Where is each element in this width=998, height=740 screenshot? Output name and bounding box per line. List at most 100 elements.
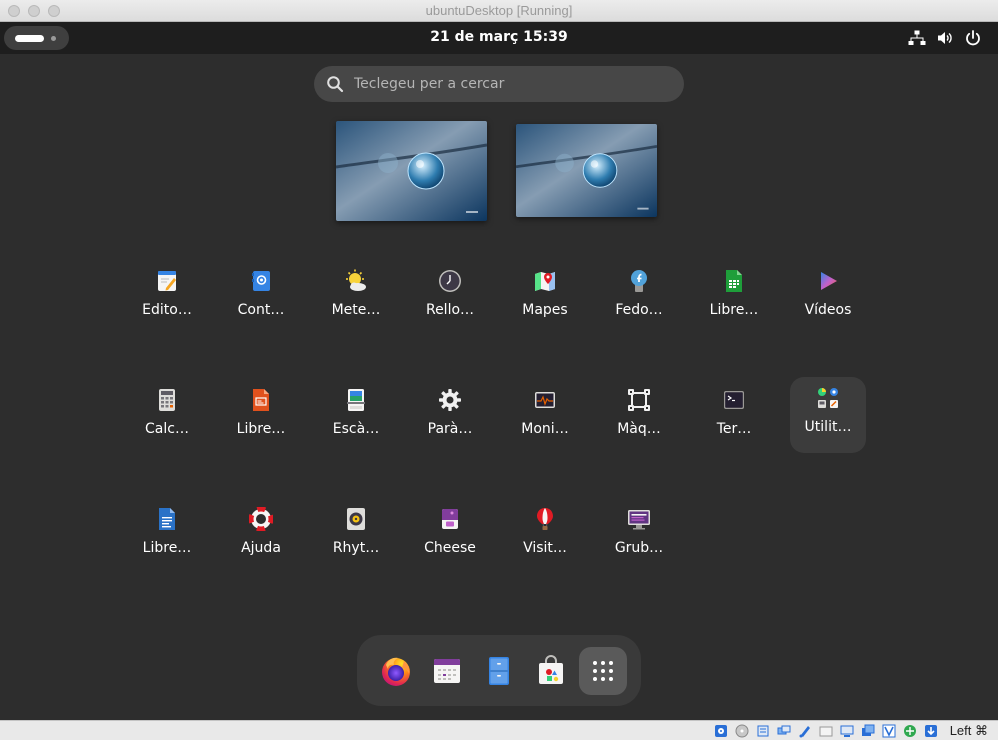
settings-icon	[439, 389, 461, 411]
workspace-thumbnail-2[interactable]	[516, 124, 657, 217]
optical-drive-icon[interactable]	[735, 724, 749, 738]
date-time-clock[interactable]: 21 de març 15:39	[0, 29, 998, 45]
app-label: Cont…	[237, 302, 285, 318]
app-cheese[interactable]: Cheese	[412, 498, 488, 574]
system-monitor-icon	[535, 392, 555, 408]
maps-icon	[535, 272, 555, 291]
usb-icon[interactable]	[798, 724, 812, 738]
app-label: Utilit…	[804, 419, 852, 435]
app-maps[interactable]: Mapes	[507, 260, 583, 336]
cheese-icon	[442, 509, 458, 529]
gnome-top-bar: 21 de març 15:39	[0, 22, 998, 54]
app-label: Cheese	[424, 540, 476, 556]
virtualization-icon[interactable]	[882, 724, 896, 738]
show-apps-button[interactable]	[579, 647, 627, 695]
audio-icon[interactable]	[756, 724, 770, 738]
volume-icon[interactable]	[936, 29, 954, 47]
terminal-icon	[724, 391, 744, 409]
search-icon	[327, 76, 344, 93]
app-contacts[interactable]: Cont…	[223, 260, 299, 336]
help-icon	[249, 507, 273, 531]
app-document-scanner[interactable]: Escà…	[318, 379, 394, 455]
fedora-media-writer-icon	[631, 270, 647, 292]
app-label: Vídeos	[804, 302, 852, 318]
search-input[interactable]	[354, 66, 674, 102]
app-label: Ajuda	[241, 540, 281, 556]
calculator-icon	[159, 389, 175, 411]
app-label: Rello…	[425, 302, 475, 318]
app-grub-customizer[interactable]: Grub…	[601, 498, 677, 574]
network-icon[interactable]	[777, 724, 791, 738]
app-tour[interactable]: Visit…	[507, 498, 583, 574]
boxes-icon	[628, 389, 650, 411]
search-box[interactable]	[314, 66, 684, 102]
videos-icon	[821, 272, 837, 290]
window-titlebar: ubuntuDesktop [Running]	[0, 0, 998, 22]
app-label: Libre…	[709, 302, 759, 318]
dash-item-software[interactable]	[527, 647, 575, 695]
contacts-icon	[252, 271, 270, 291]
calendar-icon	[434, 659, 460, 683]
app-label: Màq…	[617, 421, 661, 437]
window-title: ubuntuDesktop [Running]	[425, 3, 573, 18]
app-weather[interactable]: Mete…	[318, 260, 394, 336]
files-icon	[489, 657, 509, 685]
shared-folders-icon[interactable]	[819, 724, 833, 738]
app-system-monitor[interactable]: Moni…	[507, 379, 583, 455]
app-label: Mapes	[522, 302, 568, 318]
app-text-editor[interactable]: Edito…	[129, 260, 205, 336]
wallpaper-thumbnail	[516, 124, 657, 217]
app-libreoffice-writer[interactable]: Libre…	[129, 498, 205, 574]
host-key-label[interactable]: Left ⌘	[950, 723, 988, 739]
dash-item-files[interactable]	[475, 647, 523, 695]
app-boxes[interactable]: Màq…	[601, 379, 677, 455]
video-capture-icon[interactable]	[861, 724, 875, 738]
app-rhythmbox[interactable]: Rhyt…	[318, 498, 394, 574]
app-label: Parà…	[427, 421, 473, 437]
clock-icon	[439, 270, 461, 292]
utilities-folder-icon	[818, 388, 838, 408]
libreoffice-impress-icon	[253, 389, 269, 411]
grub-customizer-icon	[628, 510, 650, 530]
dash	[357, 635, 641, 706]
guest-additions-icon[interactable]	[903, 724, 917, 738]
dash-item-firefox[interactable]	[372, 647, 420, 695]
app-label: Visit…	[523, 540, 567, 556]
app-label: Grub…	[614, 540, 664, 556]
app-label: Mete…	[331, 302, 381, 318]
app-label: Ter…	[716, 421, 752, 437]
app-settings[interactable]: Parà…	[412, 379, 488, 455]
libreoffice-writer-icon	[159, 508, 175, 530]
hard-disk-icon[interactable]	[714, 724, 728, 738]
app-label: Escà…	[332, 421, 380, 437]
app-label: Edito…	[142, 302, 192, 318]
app-libreoffice-calc[interactable]: Libre…	[696, 260, 772, 336]
vm-status-bar: Left ⌘	[0, 720, 998, 740]
scanner-icon	[347, 389, 365, 411]
app-help[interactable]: Ajuda	[223, 498, 299, 574]
firefox-icon	[382, 657, 410, 686]
display-icon[interactable]	[840, 724, 854, 738]
app-folder-utilities[interactable]: Utilit…	[790, 377, 866, 453]
weather-icon	[346, 269, 366, 291]
libreoffice-calc-icon	[726, 270, 742, 292]
dash-item-calendar[interactable]	[423, 647, 471, 695]
show-apps-icon	[593, 661, 613, 681]
app-fedora-media-writer[interactable]: Fedo…	[601, 260, 677, 336]
app-label: Moni…	[521, 421, 569, 437]
network-wired-icon[interactable]	[908, 29, 926, 47]
keyboard-capture-icon[interactable]	[924, 724, 938, 738]
wallpaper-thumbnail	[336, 121, 487, 221]
power-icon[interactable]	[964, 29, 982, 47]
workspace-thumbnail-1[interactable]	[336, 121, 487, 221]
tour-icon	[537, 508, 553, 530]
app-label: Libre…	[236, 421, 286, 437]
app-terminal[interactable]: Ter…	[696, 379, 772, 455]
app-label: Rhyt…	[332, 540, 380, 556]
app-clocks[interactable]: Rello…	[412, 260, 488, 336]
app-label: Libre…	[142, 540, 192, 556]
app-calculator[interactable]: Calc…	[129, 379, 205, 455]
app-videos[interactable]: Vídeos	[790, 260, 866, 336]
rhythmbox-icon	[347, 508, 365, 530]
app-libreoffice-impress[interactable]: Libre…	[223, 379, 299, 455]
